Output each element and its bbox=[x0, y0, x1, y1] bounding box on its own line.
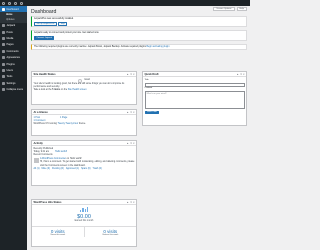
site-health-link[interactable]: Site Health screen bbox=[68, 89, 87, 91]
content-label: Content bbox=[144, 87, 153, 90]
stat-visitors-label: Visitors this week bbox=[102, 233, 119, 236]
toggle-panel-icon[interactable]: ▾ bbox=[133, 73, 134, 76]
notice-connect-jetpack: Jetpack ready to connect and protect you… bbox=[31, 30, 247, 41]
notice-required-plugins: The following required plugins are curre… bbox=[31, 44, 247, 50]
at-a-glance-widget: At a Glance ▲ ▼ ▾ 1 Post 1 Page 1 Comment Wo… bbox=[31, 109, 137, 136]
health-items-prefix: Take a look at the bbox=[33, 88, 52, 91]
title-field[interactable] bbox=[144, 82, 245, 87]
connect-jetpack-button[interactable]: Connect Jetpack bbox=[34, 36, 55, 40]
media-icon bbox=[2, 37, 5, 41]
move-down-icon[interactable]: ▼ bbox=[130, 111, 132, 114]
toggle-panel-icon[interactable]: ▾ bbox=[133, 201, 134, 204]
screen-options-button[interactable]: Screen Options bbox=[213, 7, 235, 11]
widget-title: At a Glance bbox=[33, 110, 48, 114]
health-items-count: 5 items bbox=[52, 88, 61, 91]
activity-widget: Activity ▲ ▼ ▾ Recently Published Today, 9:… bbox=[31, 140, 137, 186]
earnings-label: Earned this month bbox=[74, 220, 94, 222]
glance-comments-link[interactable]: 1 Comment bbox=[34, 120, 46, 122]
content-field[interactable]: What's on your mind? bbox=[144, 91, 245, 110]
stat-views[interactable]: 0 visits Views this week bbox=[32, 227, 84, 237]
wrench-icon bbox=[2, 75, 5, 79]
home-icon[interactable] bbox=[8, 1, 11, 5]
move-down-icon[interactable]: ▼ bbox=[130, 201, 132, 204]
avatar bbox=[33, 158, 39, 164]
widget-title: Activity bbox=[33, 141, 43, 145]
stat-views-label: Views this week bbox=[50, 233, 66, 236]
comment-item: A WordPress Commenter on Hello world! Hi… bbox=[33, 158, 135, 168]
admin-bar bbox=[0, 0, 250, 6]
comment-icon bbox=[2, 49, 5, 53]
plus-icon[interactable] bbox=[20, 1, 23, 5]
toggle-panel-icon[interactable]: ▾ bbox=[133, 111, 134, 114]
quick-draft-widget: Quick Draft ▲ ▼ ▾ Title Content What's on y… bbox=[142, 71, 247, 126]
page-title: Dashboard bbox=[31, 9, 57, 15]
notice-text: JetpackPlus was successfully installed. bbox=[34, 18, 74, 21]
notice-text: Jetpack ready to connect and protect you… bbox=[34, 32, 99, 35]
theme-link[interactable]: Twenty Twenty-Four bbox=[58, 123, 79, 125]
health-status-label: Good bbox=[84, 78, 90, 81]
notice-jetpack-installed: JetpackPlus was successfully installed. … bbox=[31, 16, 247, 27]
move-up-icon[interactable]: ▲ bbox=[127, 73, 129, 76]
content-placeholder: What's on your mind? bbox=[146, 92, 167, 95]
comments-icon[interactable] bbox=[14, 1, 17, 5]
widget-title: Site Health Status bbox=[33, 72, 56, 76]
widget-title: WordPress Hits Status bbox=[33, 200, 62, 204]
filter-spam[interactable]: Spam (0) bbox=[81, 168, 90, 171]
stat-visitors[interactable]: 0 visits Visitors this week bbox=[83, 227, 137, 237]
plugin-icon bbox=[2, 62, 5, 66]
glance-version-text: WordPress 6.5 running bbox=[33, 122, 57, 125]
page-icon bbox=[2, 43, 5, 47]
settings-icon bbox=[2, 81, 5, 85]
health-items-suffix: on the bbox=[60, 88, 68, 91]
health-status-icon bbox=[78, 78, 83, 83]
skip-button[interactable]: Skip bbox=[58, 22, 68, 26]
submenu-updates[interactable]: Updates bbox=[0, 17, 27, 22]
move-down-icon[interactable]: ▼ bbox=[130, 142, 132, 145]
users-icon bbox=[2, 69, 5, 72]
filter-pending[interactable]: Pending (0) bbox=[52, 168, 64, 171]
stats-sparkline bbox=[32, 206, 136, 212]
move-up-icon[interactable]: ▲ bbox=[127, 142, 129, 145]
admin-sidebar: Dashboard Home Updates Jetpack Posts Med… bbox=[0, 6, 27, 250]
wordpress-logo-icon[interactable] bbox=[2, 1, 5, 5]
collapse-icon bbox=[2, 88, 5, 92]
comment-excerpt: Hi, this is a comment. To get started wi… bbox=[40, 161, 135, 167]
save-draft-button[interactable]: Save Draft bbox=[144, 110, 160, 115]
move-down-icon[interactable]: ▼ bbox=[240, 73, 242, 76]
glance-theme-suffix: theme. bbox=[78, 122, 86, 125]
help-button[interactable]: Help bbox=[236, 7, 247, 11]
move-up-icon[interactable]: ▲ bbox=[127, 111, 129, 114]
filter-mine[interactable]: Mine (0) bbox=[42, 168, 50, 171]
filter-approved[interactable]: Approved (1) bbox=[66, 168, 79, 171]
jetpack-stats-widget: WordPress Hits Status ▲ ▼ ▾ $0.00 Earned th… bbox=[31, 199, 137, 247]
glance-pages-link[interactable]: 1 Page bbox=[60, 117, 67, 120]
brush-icon bbox=[2, 56, 5, 60]
jetpack-icon bbox=[2, 24, 5, 28]
sidebar-collapse-menu[interactable]: Collapse menu bbox=[0, 86, 27, 92]
filter-all[interactable]: All (1) bbox=[34, 168, 40, 171]
toggle-panel-icon[interactable]: ▾ bbox=[133, 142, 134, 145]
setup-jetpack-button[interactable]: Set up JetpackPlus bbox=[34, 22, 57, 26]
move-down-icon[interactable]: ▼ bbox=[130, 73, 132, 76]
post-title-link[interactable]: Hello world! bbox=[55, 151, 67, 154]
comment-on: on Hello world! bbox=[66, 158, 82, 161]
notice-text: The following required plugins are curre… bbox=[34, 46, 146, 49]
move-up-icon[interactable]: ▲ bbox=[127, 201, 129, 204]
begin-activating-link[interactable]: Begin activating plugin bbox=[146, 46, 169, 48]
recent-comments-heading: Recent Comments bbox=[33, 153, 53, 156]
site-health-widget: Site Health Status ▲ ▼ ▾ Good Your site's h… bbox=[31, 71, 137, 105]
comment-author-link[interactable]: A WordPress Commenter bbox=[40, 158, 66, 160]
widget-title: Quick Draft bbox=[144, 72, 159, 76]
filter-trash[interactable]: Trash (0) bbox=[93, 168, 102, 171]
dashboard-icon bbox=[2, 7, 5, 11]
pin-icon bbox=[2, 30, 5, 34]
move-up-icon[interactable]: ▲ bbox=[237, 73, 239, 76]
dashboard-submenu: Home Updates bbox=[0, 12, 27, 23]
toggle-panel-icon[interactable]: ▾ bbox=[243, 73, 244, 76]
title-label: Title bbox=[144, 79, 149, 81]
screen-meta-links: Screen Options Help bbox=[213, 7, 247, 11]
